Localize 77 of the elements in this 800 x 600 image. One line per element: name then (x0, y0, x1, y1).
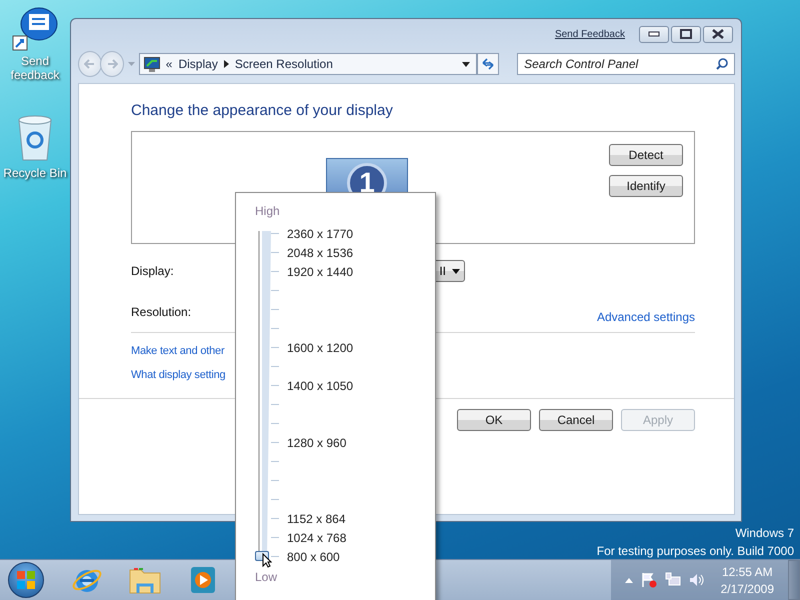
slider-tick (271, 461, 279, 462)
slider-tick (271, 518, 279, 519)
four-squares-icon (16, 570, 36, 590)
slider-tick (271, 556, 279, 557)
dialog-button[interactable]: Cancel (539, 409, 613, 431)
dropdown-caret-icon[interactable] (462, 62, 470, 66)
send-feedback-link[interactable]: Send Feedback (554, 28, 625, 40)
address-bar[interactable]: « Display Screen Resolution (138, 53, 477, 75)
resolution-option[interactable]: 800 x 600 (287, 550, 340, 564)
minimize-icon (648, 31, 660, 37)
display-label: Display: (131, 264, 174, 278)
detect-button[interactable]: Detect (609, 144, 683, 166)
high-label: High (255, 204, 281, 218)
slider-tick (271, 480, 279, 481)
dialog-button[interactable]: OK (457, 409, 531, 431)
slider-tick (271, 347, 279, 348)
start-button[interactable] (8, 562, 44, 598)
build-text: For testing purposes only. Build 7000 (596, 544, 794, 558)
resolution-option[interactable]: 1024 x 768 (287, 530, 346, 544)
speaker-icon[interactable] (688, 572, 705, 588)
slider-tick (271, 499, 279, 500)
settings-link[interactable]: What display setting (131, 369, 226, 381)
monitor-icon (144, 56, 160, 72)
close-button[interactable] (703, 26, 733, 42)
resolution-option[interactable]: 1400 x 1050 (287, 378, 354, 392)
settings-link[interactable]: Make text and other (131, 345, 224, 357)
build-text: Windows 7 (735, 526, 794, 540)
left-arrow-icon (84, 59, 96, 69)
slider-tick (271, 404, 279, 405)
slider-tick (271, 271, 279, 272)
resolution-option[interactable]: 2360 x 1770 (287, 226, 354, 240)
flag-icon[interactable] (640, 572, 657, 588)
identify-button[interactable]: Identify (609, 175, 683, 197)
advanced-settings-link[interactable]: Advanced settings (596, 310, 695, 324)
search-icon[interactable] (716, 58, 728, 70)
network-icon[interactable] (664, 572, 681, 588)
caret-icon (452, 268, 460, 274)
resolution-option[interactable]: 1152 x 864 (287, 512, 346, 526)
slider-tick (271, 290, 279, 291)
media-player-icon (189, 565, 217, 595)
slider-tick (271, 385, 279, 386)
slider-tick (271, 233, 279, 234)
resolution-option[interactable]: 2048 x 1536 (287, 246, 354, 260)
clock-time: 12:55 AM (722, 564, 773, 578)
slider-tick (271, 309, 279, 310)
low-label: Low (255, 570, 278, 584)
resolution-option[interactable]: 1600 x 1200 (287, 340, 354, 354)
slider-tick (271, 423, 279, 424)
refresh-button[interactable] (476, 53, 500, 75)
slider-track[interactable] (255, 228, 271, 561)
page-heading: Change the appearance of your display (131, 102, 394, 119)
breadcrumb-item[interactable]: Screen Resolution (234, 57, 333, 71)
slider-tick (271, 537, 279, 538)
breadcrumb-overflow[interactable]: « (166, 57, 172, 71)
back-button[interactable] (78, 51, 102, 77)
breadcrumb-item[interactable]: Display (178, 57, 218, 71)
slider-tick (271, 442, 279, 443)
search-field[interactable]: Search Control Panel (517, 53, 735, 75)
maximize-icon (680, 29, 692, 39)
close-icon (712, 29, 724, 39)
right-arrow-icon (106, 59, 118, 69)
caret-icon[interactable] (128, 62, 135, 66)
chevron-icon (224, 60, 229, 68)
maximize-button[interactable] (671, 26, 701, 42)
refresh-icon (480, 58, 495, 70)
folder-icon (128, 565, 162, 595)
resolution-option[interactable]: 1280 x 960 (287, 436, 346, 450)
resolution-label: Resolution: (131, 305, 192, 319)
mouse-pointer-icon (262, 553, 272, 568)
slider-tick (271, 328, 279, 329)
show-hidden-icons-icon[interactable] (624, 578, 633, 582)
slider-tick (271, 252, 279, 253)
slider-tick (271, 366, 279, 367)
forward-button[interactable] (100, 51, 124, 77)
clock-date: 2/17/2009 (720, 582, 774, 596)
resolution-option[interactable]: 1920 x 1440 (287, 264, 354, 278)
minimize-button[interactable] (639, 26, 669, 42)
